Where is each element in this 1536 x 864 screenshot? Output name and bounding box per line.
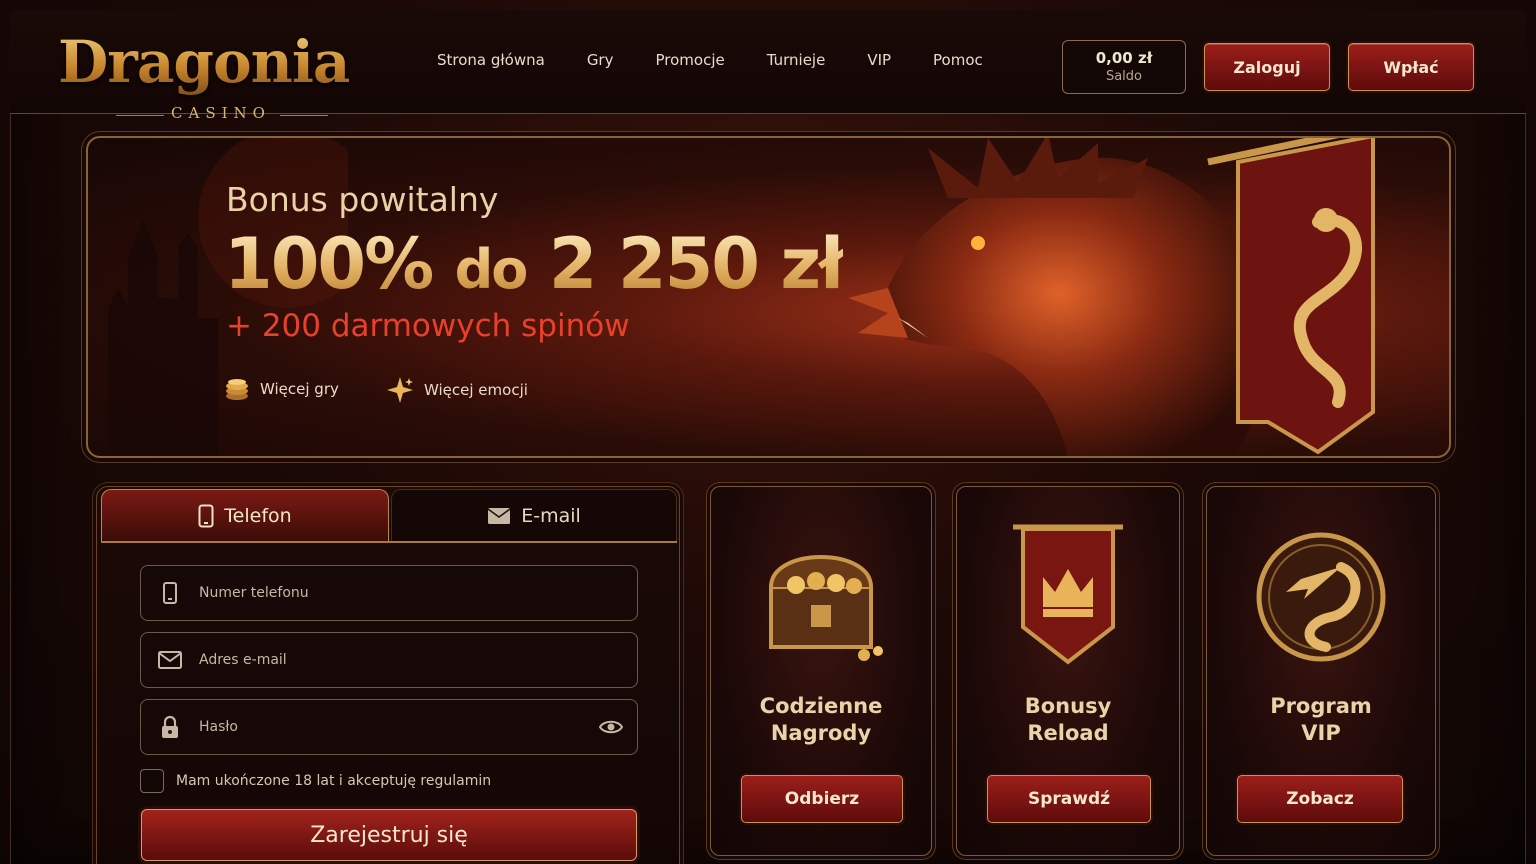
card-title-line1: Codzienne (759, 694, 883, 718)
card-title-line2: Reload (1027, 721, 1109, 745)
age-consent-checkbox[interactable] (140, 769, 164, 793)
card-art (957, 517, 1179, 667)
tab-divider (101, 541, 677, 543)
balance-amount: 0,00 zł (1095, 49, 1153, 67)
nav-item-home[interactable]: Strona główna (416, 50, 566, 70)
dragon-banner-icon (1207, 138, 1375, 455)
tab-email[interactable]: E-mail (391, 489, 677, 541)
hero-bonus-percent: 100% (224, 223, 433, 305)
logo-wordmark: Dragonia (58, 24, 350, 100)
card-title-line2: VIP (1301, 721, 1341, 745)
lock-icon (141, 715, 199, 739)
check-reload-bonus-button[interactable]: Sprawdź (987, 775, 1151, 823)
login-button[interactable]: Zaloguj (1204, 43, 1330, 91)
card-title: Codzienne Nagrody (711, 693, 931, 747)
nav-item-tournaments[interactable]: Turnieje (746, 50, 847, 70)
hero-bonus-amount: 100% do 2 250 zł (224, 224, 843, 310)
phone-field[interactable] (140, 565, 638, 621)
card-title-line2: Nagrody (770, 721, 872, 745)
registration-panel: Telefon E-mail Mam ukończone 18 lat i ak… (96, 486, 680, 864)
balance-label: Saldo (1105, 69, 1143, 84)
claim-daily-reward-button[interactable]: Odbierz (741, 775, 903, 823)
welcome-bonus-banner[interactable]: Bonus powitalny 100% do 2 250 zł + 200 d… (86, 136, 1451, 458)
hero-free-spins: + 200 darmowych spinów (226, 308, 630, 344)
site-header: Dragonia CASINO Strona główna Gry Promoc… (10, 10, 1526, 122)
hero-feature-label: Więcej emocji (424, 381, 528, 399)
treasure-chest-icon (769, 555, 883, 661)
email-input[interactable] (199, 652, 637, 668)
password-input[interactable] (199, 719, 637, 735)
deposit-button[interactable]: Wpłać (1348, 43, 1474, 91)
password-field[interactable] (140, 699, 638, 755)
sparkle-icon (387, 377, 413, 403)
card-title-line1: Program (1270, 694, 1372, 718)
crown-banner-icon (1013, 524, 1123, 665)
tab-phone[interactable]: Telefon (101, 489, 389, 541)
phone-icon (198, 504, 214, 527)
phone-input[interactable] (199, 585, 637, 601)
balance-box[interactable]: 0,00 zł Saldo (1062, 40, 1186, 94)
hero-title: Bonus powitalny (226, 180, 499, 219)
reload-bonus-card[interactable]: Bonusy Reload Sprawdź (956, 486, 1180, 856)
main-nav: Strona główna Gry Promocje Turnieje VIP … (416, 50, 1004, 70)
card-title: Bonusy Reload (957, 693, 1179, 747)
phone-icon (141, 582, 199, 604)
logo-divider-right (280, 115, 328, 116)
card-art (711, 517, 931, 667)
card-title: Program VIP (1207, 693, 1435, 747)
envelope-icon (487, 507, 511, 524)
card-title-line1: Bonusy (1024, 694, 1112, 718)
tab-phone-label: Telefon (224, 504, 292, 527)
dragon-medallion-icon (1256, 532, 1386, 662)
nav-item-vip[interactable]: VIP (846, 50, 912, 70)
card-art (1207, 517, 1435, 667)
show-password-eye-icon[interactable] (598, 718, 624, 740)
hero-feature-more-emotions: Więcej emocji (386, 376, 528, 404)
envelope-icon (141, 651, 199, 669)
tab-email-label: E-mail (521, 504, 581, 527)
register-button[interactable]: Zarejestruj się (141, 809, 637, 861)
nav-item-games[interactable]: Gry (566, 50, 635, 70)
hero-feature-label: Więcej gry (260, 380, 339, 398)
vip-program-card[interactable]: Program VIP Zobacz (1206, 486, 1436, 856)
view-vip-program-button[interactable]: Zobacz (1237, 775, 1403, 823)
age-consent-row[interactable]: Mam ukończone 18 lat i akceptuję regulam… (140, 769, 491, 793)
nav-item-help[interactable]: Pomoc (912, 50, 1004, 70)
hero-bonus-mid: do (454, 238, 527, 301)
age-consent-label: Mam ukończone 18 lat i akceptuję regulam… (176, 773, 492, 789)
nav-item-promotions[interactable]: Promocje (634, 50, 745, 70)
dragonia-logo[interactable]: Dragonia CASINO (58, 24, 350, 122)
logo-subtitle: CASINO (171, 104, 271, 122)
daily-rewards-card[interactable]: Codzienne Nagrody Odbierz (710, 486, 932, 856)
hero-feature-more-games: Więcej gry (224, 376, 339, 402)
hero-bonus-value: 2 250 zł (548, 223, 844, 305)
coins-icon (226, 379, 248, 400)
email-field[interactable] (140, 632, 638, 688)
